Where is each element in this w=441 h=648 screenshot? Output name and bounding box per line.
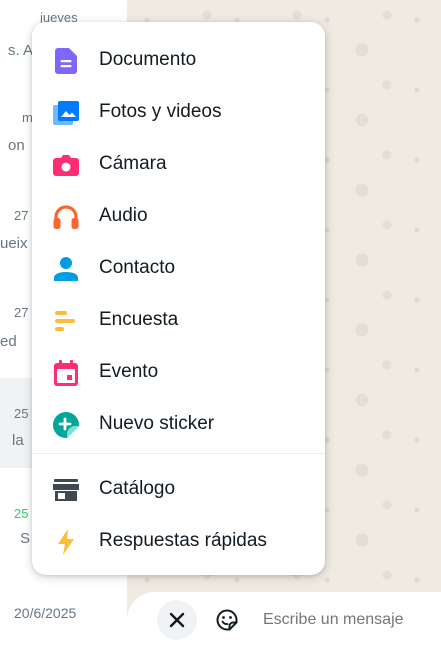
poll-icon xyxy=(52,308,80,334)
new-sticker-icon xyxy=(52,412,80,438)
calendar-icon xyxy=(52,360,80,386)
menu-item-catalogo[interactable]: Catálogo xyxy=(32,463,325,515)
menu-item-evento[interactable]: Evento xyxy=(32,346,325,398)
headphones-icon xyxy=(52,204,80,230)
menu-item-label: Fotos y videos xyxy=(99,101,222,122)
menu-item-camara[interactable]: Cámara xyxy=(32,138,325,190)
chat-snippet: S xyxy=(20,530,31,547)
chat-snippet: ed xyxy=(0,333,17,350)
menu-item-fotos-videos[interactable]: Fotos y videos xyxy=(32,86,325,138)
chat-snippet: ueix xyxy=(0,235,28,252)
menu-item-label: Cámara xyxy=(99,153,167,174)
camera-icon xyxy=(52,152,80,178)
person-icon xyxy=(52,256,80,282)
image-icon xyxy=(52,100,80,126)
sticker-button[interactable] xyxy=(215,608,239,632)
document-icon xyxy=(52,48,80,74)
menu-item-contacto[interactable]: Contacto xyxy=(32,242,325,294)
menu-item-label: Catálogo xyxy=(99,478,176,499)
chat-snippet: la xyxy=(12,432,24,449)
attach-menu: Documento Fotos y videos Cámara Audio Co… xyxy=(32,22,325,575)
menu-item-label: Audio xyxy=(99,205,148,226)
chat-list-item[interactable]: 20/6/2025 xyxy=(0,585,127,648)
chat-snippet: on xyxy=(8,137,25,154)
menu-item-nuevo-sticker[interactable]: Nuevo sticker xyxy=(32,398,325,450)
lightning-icon xyxy=(52,529,80,555)
menu-item-label: Respuestas rápidas xyxy=(99,530,267,551)
menu-item-label: Evento xyxy=(99,361,159,382)
chat-time: 20/6/2025 xyxy=(14,605,77,621)
menu-item-label: Documento xyxy=(99,49,197,70)
chat-time: 27 xyxy=(14,305,29,320)
menu-item-label: Encuesta xyxy=(99,309,179,330)
message-composer xyxy=(127,592,441,648)
message-input[interactable] xyxy=(263,606,441,634)
chat-time: 27 xyxy=(14,208,29,223)
chat-snippet: s. A xyxy=(8,42,34,59)
close-icon xyxy=(169,612,185,628)
chat-time: 25 xyxy=(14,506,29,521)
menu-item-label: Contacto xyxy=(99,257,176,278)
menu-item-audio[interactable]: Audio xyxy=(32,190,325,242)
menu-item-encuesta[interactable]: Encuesta xyxy=(32,294,325,346)
menu-divider xyxy=(32,453,325,454)
close-attach-button[interactable] xyxy=(157,600,197,640)
chat-time: 25 xyxy=(14,406,29,421)
sticker-icon xyxy=(216,609,238,631)
menu-item-documento[interactable]: Documento xyxy=(32,34,325,86)
storefront-icon xyxy=(52,477,80,503)
menu-item-label: Nuevo sticker xyxy=(99,413,215,434)
menu-item-respuestas-rapidas[interactable]: Respuestas rápidas xyxy=(32,515,325,567)
